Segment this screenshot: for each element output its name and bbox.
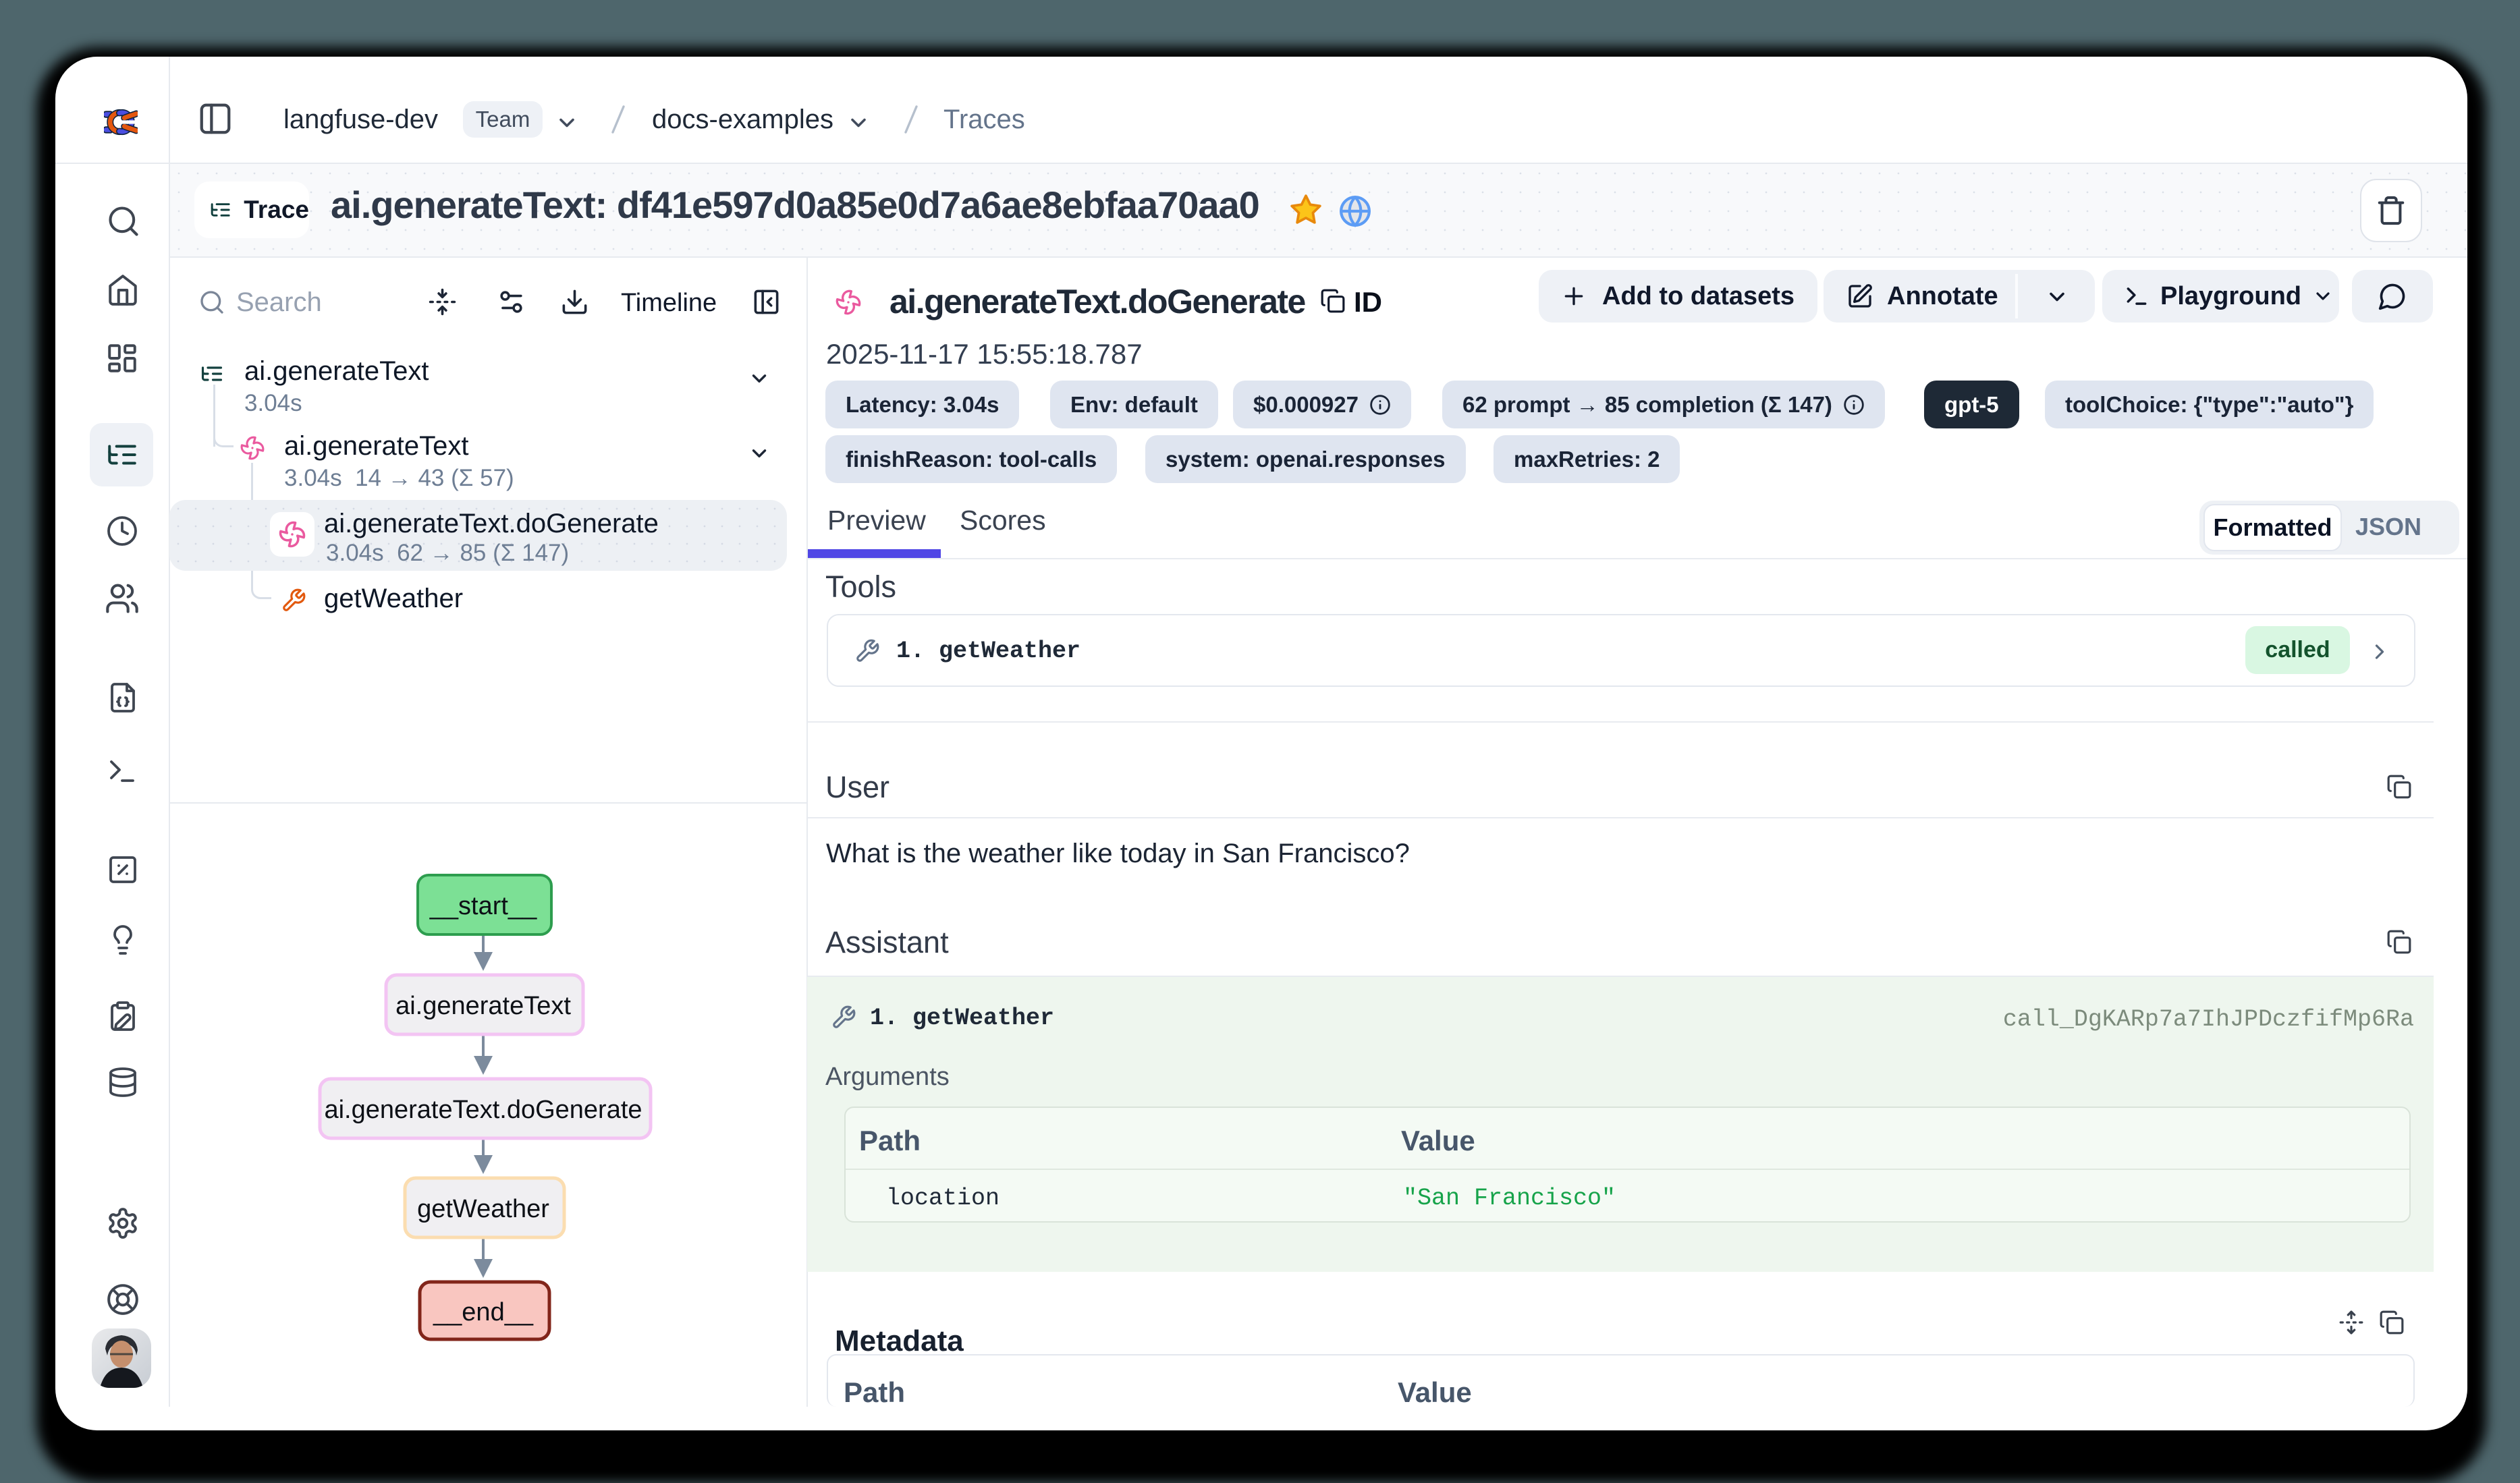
svg-text:ai.generateText.doGenerate: ai.generateText.doGenerate	[324, 1096, 642, 1124]
svg-text:getWeather: getWeather	[417, 1195, 549, 1223]
svg-text:__start__: __start__	[429, 892, 537, 920]
svg-text:ai.generateText: ai.generateText	[395, 992, 571, 1020]
svg-text:__end__: __end__	[433, 1298, 534, 1326]
